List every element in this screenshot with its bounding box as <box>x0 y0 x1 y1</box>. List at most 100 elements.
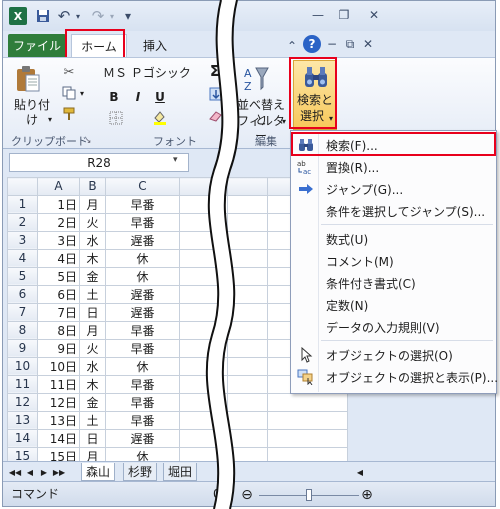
cell-empty[interactable] <box>227 428 268 448</box>
sheet-tab-3[interactable]: 堀田 <box>163 463 198 481</box>
cell-b[interactable]: 金 <box>79 392 106 412</box>
column-header-a[interactable]: A <box>37 177 80 196</box>
row-header[interactable]: 12 <box>7 392 38 412</box>
cell-c[interactable]: 遅番 <box>105 284 180 304</box>
cell-empty[interactable] <box>179 392 228 412</box>
cell-b[interactable]: 火 <box>79 338 106 358</box>
clear-icon[interactable] <box>207 108 225 124</box>
cell-empty[interactable] <box>227 320 268 340</box>
cell-empty[interactable] <box>267 392 348 412</box>
italic-button[interactable]: I <box>131 90 145 105</box>
cell-empty[interactable] <box>179 248 228 268</box>
menu-item-4[interactable]: 条件を選択してジャンプ(S)... <box>292 200 495 222</box>
cell-a[interactable]: 10日 <box>37 356 80 376</box>
cell-c[interactable]: 遅番 <box>105 302 180 322</box>
tab-insert[interactable]: 挿入 <box>135 34 175 57</box>
cell-b[interactable]: 木 <box>79 374 106 394</box>
cell-c[interactable]: 早番 <box>105 212 180 232</box>
close-button[interactable]: ✕ <box>361 5 387 25</box>
fill-color-icon[interactable] <box>151 108 169 126</box>
copy-icon[interactable] <box>61 85 77 101</box>
menu-item-10[interactable]: オブジェクトの選択(O) <box>292 344 495 366</box>
autosum-icon[interactable]: Σ <box>207 64 223 79</box>
sort-filter-dropdown-icon[interactable]: ▾ <box>279 114 289 129</box>
cell-c[interactable]: 休 <box>105 248 180 268</box>
format-painter-icon[interactable] <box>61 106 77 122</box>
cell-empty[interactable] <box>179 230 228 250</box>
copy-dropdown-icon[interactable]: ▾ <box>77 85 87 101</box>
font-name-box[interactable]: ＭＳ Ｐゴシック <box>103 66 203 81</box>
sort-filter-icon[interactable]: AZ <box>241 64 271 94</box>
cell-a[interactable]: 3日 <box>37 230 80 250</box>
cell-c[interactable]: 早番 <box>105 410 180 430</box>
next-sheet-icon[interactable]: ▶ <box>39 464 49 480</box>
last-sheet-icon[interactable]: ▶▶ <box>53 464 65 480</box>
column-header-b[interactable]: B <box>79 177 106 196</box>
cell-b[interactable]: 日 <box>79 428 106 448</box>
cell-empty[interactable] <box>227 248 268 268</box>
cell-a[interactable]: 7日 <box>37 302 80 322</box>
cell-c[interactable]: 遅番 <box>105 428 180 448</box>
name-box[interactable]: R28 <box>9 153 189 172</box>
cell-a[interactable]: 9日 <box>37 338 80 358</box>
menu-item-11[interactable]: オブジェクトの選択と表示(P)... <box>292 366 498 388</box>
cell-c[interactable]: 遅番 <box>105 230 180 250</box>
cell-b[interactable]: 木 <box>79 248 106 268</box>
name-box-dropdown-icon[interactable]: ▾ <box>173 155 178 165</box>
cell-a[interactable]: 13日 <box>37 410 80 430</box>
cell-c[interactable]: 早番 <box>105 392 180 412</box>
cell-empty[interactable] <box>179 338 228 358</box>
zoom-in-icon[interactable]: ⊕ <box>359 487 375 503</box>
cell-b[interactable]: 水 <box>79 230 106 250</box>
column-header-hidden[interactable] <box>179 177 228 196</box>
cell-a[interactable]: 14日 <box>37 428 80 448</box>
doc-restore-button[interactable]: ⧉ <box>343 34 357 54</box>
cell-b[interactable]: 月 <box>79 194 106 214</box>
cell-a[interactable]: 8日 <box>37 320 80 340</box>
menu-item-5[interactable]: 数式(U) <box>292 228 495 250</box>
prev-sheet-icon[interactable]: ◀ <box>25 464 35 480</box>
cell-empty[interactable] <box>179 266 228 286</box>
borders-icon[interactable] <box>107 110 125 126</box>
cell-c[interactable]: 早番 <box>105 338 180 358</box>
excel-logo-icon[interactable]: X <box>9 7 27 25</box>
menu-item-7[interactable]: 条件付き書式(C) <box>292 272 495 294</box>
cell-empty[interactable] <box>227 338 268 358</box>
cell-a[interactable]: 4日 <box>37 248 80 268</box>
row-header[interactable]: 11 <box>7 374 38 394</box>
cell-empty[interactable] <box>179 212 228 232</box>
doc-minimize-button[interactable]: − <box>325 34 339 54</box>
row-header[interactable]: 5 <box>7 266 38 286</box>
paste-dropdown-icon[interactable]: ▾ <box>43 112 57 127</box>
cell-b[interactable]: 土 <box>79 410 106 430</box>
cell-b[interactable]: 月 <box>79 320 106 340</box>
cell-b[interactable]: 金 <box>79 266 106 286</box>
row-header[interactable]: 4 <box>7 248 38 268</box>
clipboard-launcher-icon[interactable]: ↘ <box>83 134 93 146</box>
tab-file[interactable]: ファイル <box>8 34 66 57</box>
row-header[interactable]: 1 <box>7 194 38 214</box>
customize-toolbar-icon[interactable]: ▾ <box>121 6 135 26</box>
row-header[interactable]: 8 <box>7 320 38 340</box>
cell-a[interactable]: 11日 <box>37 374 80 394</box>
cell-c[interactable]: 早番 <box>105 374 180 394</box>
menu-item-6[interactable]: コメント(M) <box>292 250 495 272</box>
cell-empty[interactable] <box>227 410 268 430</box>
column-header-c[interactable]: C <box>105 177 180 196</box>
minimize-button[interactable]: — <box>305 5 331 25</box>
cell-empty[interactable] <box>227 212 268 232</box>
paste-icon[interactable] <box>13 64 43 96</box>
cell-c[interactable]: 早番 <box>105 194 180 214</box>
save-icon[interactable] <box>33 6 53 26</box>
cell-empty[interactable] <box>227 302 268 322</box>
cell-empty[interactable] <box>227 392 268 412</box>
collapse-ribbon-icon[interactable]: ⌃ <box>285 36 299 56</box>
row-header[interactable]: 3 <box>7 230 38 250</box>
redo-dropdown-icon[interactable]: ▾ <box>107 6 117 26</box>
cell-empty[interactable] <box>227 374 268 394</box>
cell-empty[interactable] <box>179 284 228 304</box>
row-header[interactable]: 2 <box>7 212 38 232</box>
cell-empty[interactable] <box>227 194 268 214</box>
column-header-i[interactable] <box>227 177 268 196</box>
restore-button[interactable]: ❐ <box>331 5 357 25</box>
